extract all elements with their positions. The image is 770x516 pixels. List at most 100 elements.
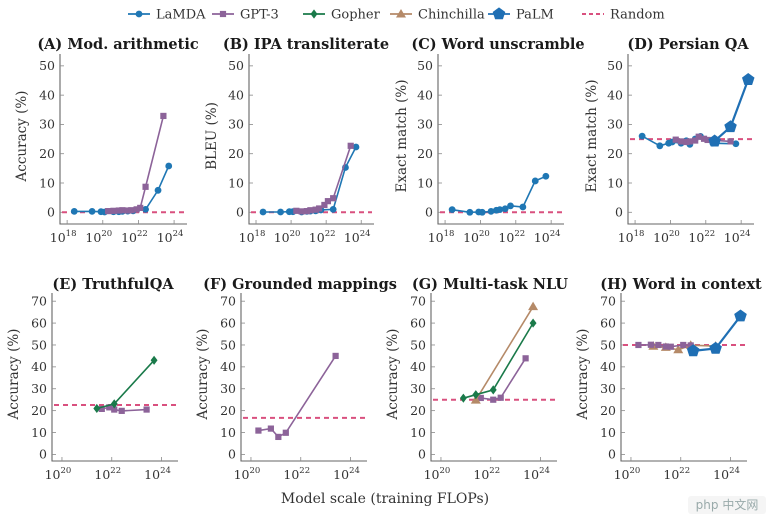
data-point	[656, 142, 664, 150]
panel-h: (H) Word in contextAccuracy (%)010203040…	[575, 276, 762, 482]
legend-label: Random	[610, 8, 665, 23]
data-point	[119, 207, 126, 214]
legend-item-gpt-3: GPT-3	[212, 8, 279, 23]
legend-item-palm: PaLM	[488, 7, 554, 23]
x-tick-label: 1018	[239, 229, 266, 245]
data-point	[88, 208, 96, 215]
y-tick-label: 20	[39, 146, 55, 161]
legend-marker-pentagon	[492, 7, 506, 20]
data-point	[128, 207, 135, 214]
data-point	[647, 341, 654, 348]
legend-label: Chinchilla	[418, 8, 485, 23]
data-point	[267, 425, 274, 432]
watermark: php 中文网	[688, 496, 766, 514]
data-point	[686, 138, 693, 145]
y-tick-label: 50	[410, 337, 426, 352]
y-tick-label: 40	[417, 87, 433, 102]
y-tick-label: 40	[220, 359, 236, 374]
panel-title: (D) Persian QA	[627, 36, 749, 53]
data-point	[528, 301, 539, 311]
y-tick-label: 20	[417, 146, 433, 161]
data-point	[105, 208, 112, 215]
y-tick-label: 60	[220, 315, 236, 330]
y-tick-label: 50	[417, 58, 433, 73]
series-gpt-3	[105, 112, 167, 215]
data-point	[110, 207, 117, 214]
x-tick-label: 1024	[344, 229, 371, 245]
series-gpt-3	[255, 352, 339, 441]
series-lamda	[448, 172, 550, 216]
data-point	[329, 205, 337, 213]
axis-lines	[620, 293, 747, 462]
y-axis-label: Accuracy (%)	[195, 329, 211, 421]
data-point	[143, 406, 150, 413]
x-tick-label: 1022	[688, 229, 715, 245]
y-tick-label: 50	[220, 337, 236, 352]
data-point	[137, 204, 144, 211]
panel-c: (C) Word unscrambleExact match (%)010203…	[394, 36, 585, 245]
data-point	[667, 343, 674, 350]
series-lamda	[259, 143, 360, 216]
series-line	[263, 146, 357, 213]
data-point	[522, 355, 529, 362]
y-tick-label: 20	[220, 403, 236, 418]
y-axis-label: Accuracy (%)	[6, 329, 22, 421]
axis-lines	[59, 54, 187, 225]
axis-lines	[430, 293, 557, 462]
data-point	[680, 341, 687, 349]
y-tick-label: 40	[39, 87, 55, 102]
y-tick-label: 30	[228, 117, 244, 132]
x-tick-label: 1022	[473, 466, 500, 482]
legend-label: Gopher	[331, 8, 381, 23]
data-point	[638, 132, 646, 140]
data-point	[330, 195, 337, 202]
data-point	[672, 136, 679, 143]
x-tick-label: 1020	[45, 466, 72, 482]
y-tick-label: 10	[410, 425, 426, 440]
y-tick-label: 20	[31, 403, 47, 418]
y-tick-label: 70	[410, 293, 426, 308]
y-tick-label: 60	[410, 315, 426, 330]
panel-title: (H) Word in context	[600, 276, 762, 293]
series-chinchilla	[470, 301, 539, 404]
y-tick-label: 10	[417, 175, 433, 190]
x-tick-label: 1024	[713, 466, 740, 482]
y-tick-label: 30	[39, 117, 55, 132]
x-tick-label: 1018	[50, 229, 77, 245]
y-tick-label: 40	[600, 359, 616, 374]
y-tick-label: 20	[410, 403, 426, 418]
legend-item-chinchilla: Chinchilla	[390, 8, 485, 23]
y-tick-label: 40	[607, 87, 623, 102]
x-tick-label: 1024	[144, 466, 171, 482]
data-point	[677, 138, 685, 145]
legend-label: PaLM	[516, 8, 554, 23]
x-tick-label: 1020	[85, 229, 112, 245]
y-axis-label: Exact match (%)	[584, 80, 600, 193]
axis-lines	[51, 293, 178, 462]
y-tick-label: 10	[31, 425, 47, 440]
y-tick-label: 30	[607, 117, 623, 132]
data-point	[490, 396, 497, 403]
data-point	[507, 202, 514, 210]
panel-title: (A) Mod. arithmetic	[37, 36, 199, 53]
y-tick-label: 60	[600, 315, 616, 330]
y-tick-label: 50	[31, 337, 47, 352]
y-tick-label: 30	[417, 117, 433, 132]
data-point	[332, 352, 339, 360]
data-point	[70, 208, 78, 215]
data-point	[531, 177, 539, 185]
data-point	[542, 172, 550, 180]
y-tick-label: 0	[608, 447, 616, 462]
data-point	[118, 407, 125, 414]
legend-item-random: Random	[582, 8, 665, 23]
legend-marker-circle	[135, 10, 143, 18]
y-tick-label: 50	[39, 58, 55, 73]
legend-item-lamda: LaMDA	[128, 8, 206, 23]
y-tick-label: 0	[47, 205, 55, 220]
y-tick-label: 70	[220, 293, 236, 308]
legend: LaMDA GPT-3 Gopher Chinchilla PaLM Random	[128, 7, 665, 23]
y-tick-label: 30	[220, 381, 236, 396]
data-point	[160, 112, 167, 120]
data-point	[466, 208, 474, 216]
x-tick-label: 1022	[498, 229, 525, 245]
